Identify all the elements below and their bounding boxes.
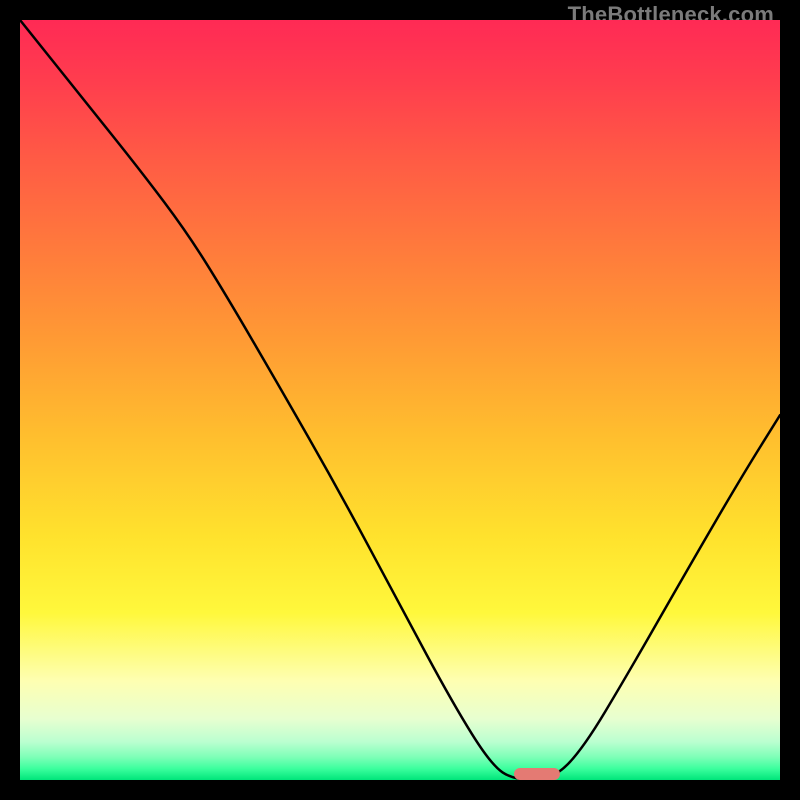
chart-frame: TheBottleneck.com (0, 0, 800, 800)
curve-path (20, 20, 780, 780)
plot-area (20, 20, 780, 780)
optimal-marker (514, 768, 560, 780)
bottleneck-curve (20, 20, 780, 780)
